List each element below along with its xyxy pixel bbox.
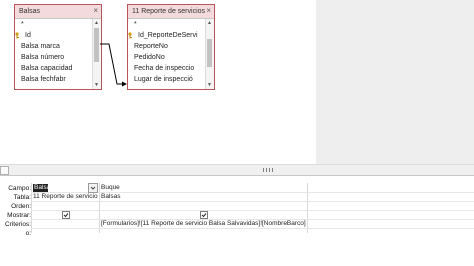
chevron-down-icon [90, 186, 96, 190]
grid-criteria-cell[interactable]: [Formularios]![11 Reporte de servicio Ba… [101, 220, 307, 228]
scroll-up-arrow-icon[interactable]: ▲ [94, 20, 99, 26]
table-window-title[interactable]: 11 Reporte de servicios × [128, 5, 214, 19]
field-list-item[interactable]: ReporteNo [128, 41, 205, 52]
field-list-item[interactable]: Id_ReporteDeServi [128, 30, 205, 41]
scroll-down-arrow-icon[interactable]: ▼ [94, 82, 99, 88]
grid-table-cell[interactable]: Balsas [101, 193, 305, 201]
scroll-position-marker [269, 168, 270, 172]
grid-sort-cell[interactable] [33, 202, 99, 210]
column-divider [307, 183, 308, 233]
check-icon [63, 213, 69, 218]
field-list-item[interactable]: * [128, 19, 205, 30]
row-label-criterios: Criterios: [4, 221, 31, 228]
pane-splitter[interactable] [0, 175, 474, 176]
table-window-reporte-servicios[interactable]: 11 Reporte de servicios × * Id_ReporteDe… [127, 4, 215, 90]
field-list-item[interactable]: Balsa marca [15, 41, 92, 52]
row-label-o: o: [25, 230, 31, 237]
grid-field-cell[interactable]: Buque [101, 184, 305, 192]
field-list-item[interactable]: * [15, 19, 92, 30]
field-list-item[interactable]: PedidoNo [128, 52, 205, 63]
row-divider [31, 228, 474, 229]
field-list-item[interactable]: Balsa número [15, 52, 92, 63]
field-list-item[interactable]: Balsa capacidad [15, 63, 92, 74]
column-divider [31, 183, 32, 233]
table-title-reporte-servicios: 11 Reporte de servicios [132, 8, 206, 15]
vertical-scrollbar[interactable]: ▲ ▼ [205, 19, 214, 89]
grid-table-cell[interactable]: 11 Reporte de servicio [33, 193, 99, 201]
primary-key-icon [15, 32, 19, 39]
query-design-area[interactable]: Balsas × * Id Balsa marca Balsa número B… [0, 0, 474, 164]
field-list-item[interactable]: Fecha de inspeccio [128, 63, 205, 74]
design-area-blank-strip [316, 0, 474, 164]
table-title-balsas: Balsas [19, 8, 41, 15]
field-list-item[interactable]: Lugar de inspecció [128, 74, 205, 85]
scroll-position-marker [263, 168, 264, 172]
grid-sort-cell[interactable] [101, 202, 305, 210]
grid-criteria-cell[interactable] [33, 220, 99, 228]
scrollbar-thumb[interactable] [207, 39, 212, 67]
scrollbar-thumb[interactable] [0, 166, 9, 175]
table-window-balsas[interactable]: Balsas × * Id Balsa marca Balsa número B… [14, 4, 102, 90]
row-label-tabla: Tabla: [13, 194, 31, 201]
scroll-position-marker [266, 168, 267, 172]
field-list[interactable]: * Id Balsa marca Balsa número Balsa capa… [15, 19, 92, 89]
field-list-item[interactable]: Balsa fechfabr [15, 74, 92, 85]
field-list[interactable]: * Id_ReporteDeServi ReporteNo PedidoNo F… [128, 19, 205, 89]
table-window-title[interactable]: Balsas × [15, 5, 101, 19]
row-divider [31, 210, 474, 211]
show-checkbox[interactable] [62, 211, 70, 219]
close-icon[interactable]: × [205, 7, 211, 15]
scrollbar-thumb[interactable] [94, 28, 99, 62]
query-design-grid[interactable]: Campo: Tabla: Orden: Mostrar: Criterios:… [0, 183, 474, 243]
relationship-join-line[interactable] [100, 30, 130, 90]
close-icon[interactable]: × [93, 7, 98, 15]
horizontal-scrollbar[interactable] [0, 164, 474, 175]
scroll-position-marker [272, 168, 273, 172]
row-label-campo: Campo: [8, 185, 31, 192]
row-label-orden: Orden: [11, 203, 31, 210]
scroll-up-arrow-icon[interactable]: ▲ [207, 20, 212, 26]
row-label-mostrar: Mostrar: [7, 212, 31, 219]
field-list-item[interactable]: Id [15, 30, 92, 41]
field-dropdown-button[interactable] [88, 183, 98, 193]
scroll-down-arrow-icon[interactable]: ▼ [207, 82, 212, 88]
grid-field-cell[interactable]: Balsa [33, 184, 48, 192]
check-icon [201, 213, 207, 218]
show-checkbox[interactable] [200, 211, 208, 219]
column-divider[interactable] [99, 183, 100, 233]
